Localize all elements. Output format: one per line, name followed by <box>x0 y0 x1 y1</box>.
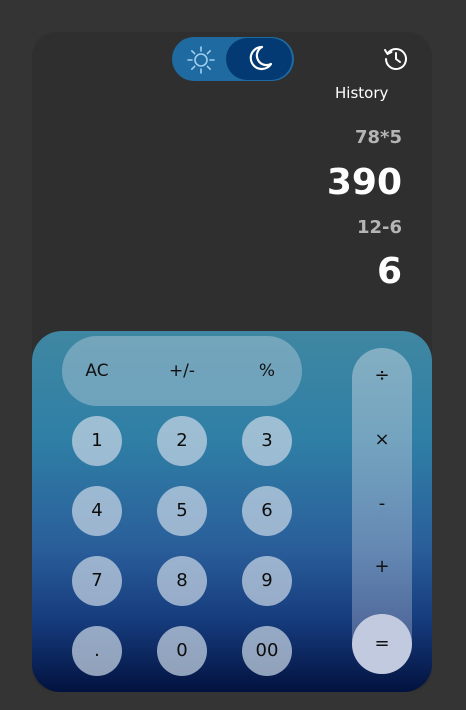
theme-toggle[interactable] <box>172 37 294 81</box>
sun-icon[interactable] <box>186 45 216 75</box>
calculator-panel: History 78*5 390 12-6 6 AC +/- % 1 2 3 4… <box>32 32 432 692</box>
history-label[interactable]: History <box>335 84 388 102</box>
key-1[interactable]: 1 <box>72 416 122 466</box>
current-expression: 12-6 <box>356 217 402 238</box>
moon-icon <box>249 45 273 71</box>
key-3[interactable]: 3 <box>242 416 292 466</box>
subtract-button[interactable]: - <box>352 484 412 524</box>
current-result: 6 <box>376 251 402 292</box>
clear-button[interactable]: AC <box>62 336 132 406</box>
equals-button[interactable]: = <box>352 614 412 674</box>
sign-toggle-button[interactable]: +/- <box>147 336 217 406</box>
multiply-button[interactable]: × <box>352 420 412 460</box>
history-result: 390 <box>326 162 402 203</box>
operator-bar: ÷ × - + = <box>352 348 412 674</box>
add-button[interactable]: + <box>352 547 412 587</box>
key-6[interactable]: 6 <box>242 486 292 536</box>
key-0[interactable]: 0 <box>157 626 207 676</box>
keypad: AC +/- % 1 2 3 4 5 6 7 8 9 . 0 00 ÷ × - … <box>32 331 432 692</box>
history-expression: 78*5 <box>355 127 402 148</box>
key-4[interactable]: 4 <box>72 486 122 536</box>
history-icon[interactable] <box>382 44 410 72</box>
key-8[interactable]: 8 <box>157 556 207 606</box>
dark-mode-button[interactable] <box>226 38 292 80</box>
key-00[interactable]: 00 <box>242 626 292 676</box>
key-7[interactable]: 7 <box>72 556 122 606</box>
key-decimal[interactable]: . <box>72 626 122 676</box>
key-5[interactable]: 5 <box>157 486 207 536</box>
percent-button[interactable]: % <box>232 336 302 406</box>
divide-button[interactable]: ÷ <box>352 356 412 396</box>
key-9[interactable]: 9 <box>242 556 292 606</box>
function-keys-bar: AC +/- % <box>62 336 302 406</box>
key-2[interactable]: 2 <box>157 416 207 466</box>
